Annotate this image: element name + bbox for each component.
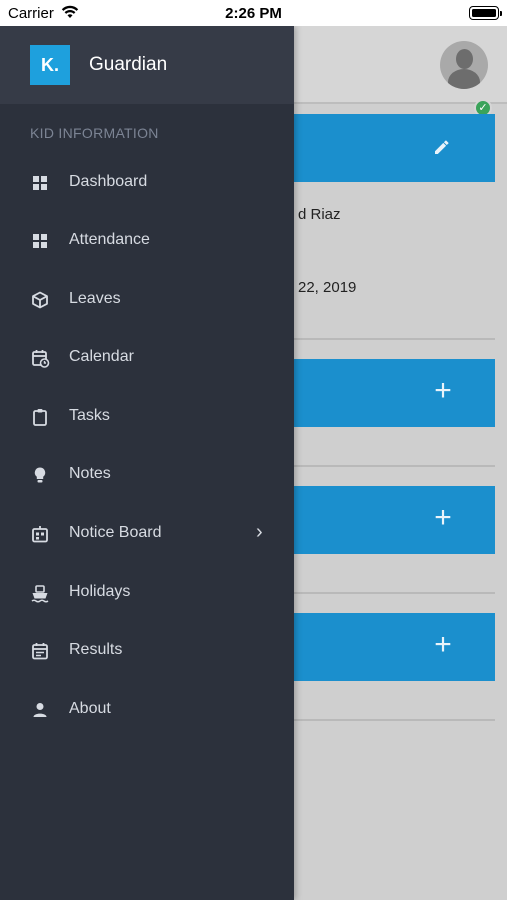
nav-label: Calendar <box>69 348 134 365</box>
results-icon <box>30 641 50 661</box>
nav-item-holidays[interactable]: Holidays <box>0 564 294 622</box>
avatar[interactable] <box>440 41 488 89</box>
calendar-icon <box>30 348 50 368</box>
attendance-icon <box>30 231 50 251</box>
tasks-icon <box>30 407 50 427</box>
nav-label: Notice Board <box>69 524 162 541</box>
navigation-drawer: K. Guardian KID INFORMATION Dashboard At… <box>0 26 294 900</box>
nav-item-calendar[interactable]: Calendar <box>0 329 294 387</box>
section-label: KID INFORMATION <box>30 125 159 141</box>
status-bar: Carrier 2:26 PM <box>0 0 507 26</box>
dashboard-icon <box>30 173 50 193</box>
add-icon[interactable]: + <box>431 630 455 660</box>
nav-item-notice-board[interactable]: Notice Board › <box>0 505 294 563</box>
drawer-title: Guardian <box>89 54 168 75</box>
nav-item-tasks[interactable]: Tasks <box>0 388 294 446</box>
add-icon[interactable]: + <box>431 503 455 533</box>
nav-label: About <box>69 700 111 717</box>
nav-item-attendance[interactable]: Attendance <box>0 212 294 270</box>
nav-item-dashboard[interactable]: Dashboard <box>0 154 294 212</box>
nav-label: Results <box>69 641 123 658</box>
clock: 2:26 PM <box>225 5 282 22</box>
nav-item-notes[interactable]: Notes <box>0 446 294 504</box>
nav-label: Dashboard <box>69 173 148 190</box>
card-text-line: 22, 2019 <box>298 279 357 296</box>
battery-icon <box>469 6 502 20</box>
app-logo: K. <box>30 45 70 85</box>
leaves-icon <box>30 290 50 310</box>
notice-board-icon <box>30 524 50 544</box>
card-text-line: d Riaz <box>298 206 341 223</box>
drawer-header: K. Guardian <box>0 26 294 104</box>
nav-label: Leaves <box>69 290 121 307</box>
chevron-right-icon: › <box>256 521 263 543</box>
nav-item-leaves[interactable]: Leaves <box>0 271 294 329</box>
ship-icon <box>30 583 50 603</box>
nav-label: Attendance <box>69 231 150 248</box>
edit-icon[interactable] <box>431 134 455 158</box>
nav-item-results[interactable]: Results <box>0 622 294 680</box>
add-icon[interactable]: + <box>431 376 455 406</box>
person-icon <box>30 700 50 720</box>
lightbulb-icon <box>30 465 50 485</box>
nav-label: Holidays <box>69 583 131 600</box>
nav-label: Notes <box>69 465 111 482</box>
nav-label: Tasks <box>69 407 110 424</box>
nav-item-about[interactable]: About <box>0 681 294 739</box>
